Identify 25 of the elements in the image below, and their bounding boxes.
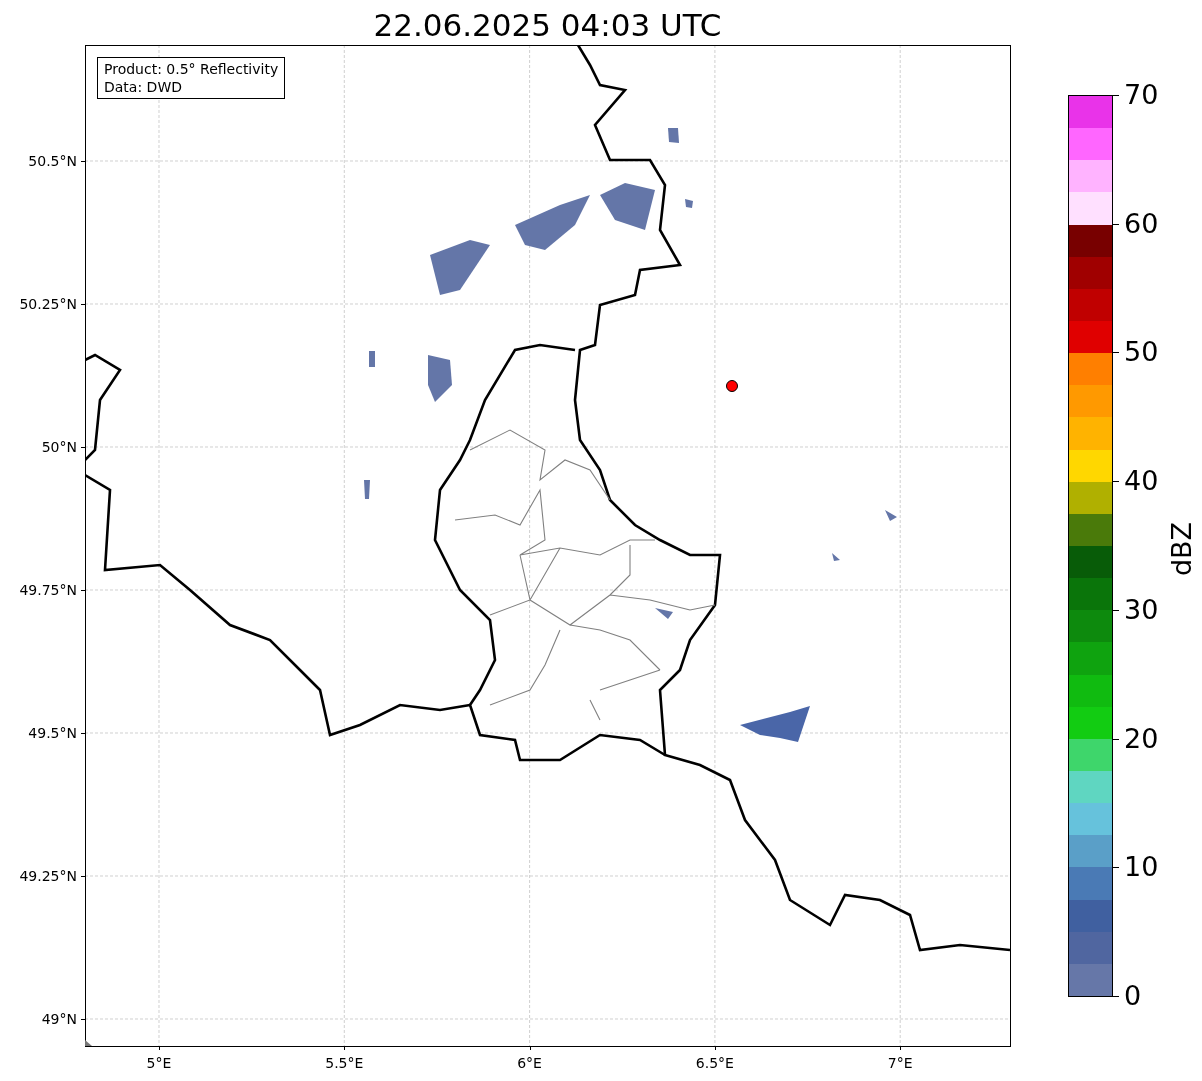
colorbar-tick-label: 20	[1124, 722, 1159, 755]
latitude-label: 49°N	[41, 1010, 77, 1028]
colorbar-tick-label: 30	[1124, 593, 1159, 626]
latitude-label: 49.5°N	[28, 724, 77, 742]
longitude-label: 5°E	[146, 1055, 172, 1071]
latitude-label: 50.25°N	[19, 295, 77, 313]
latitude-label: 49.75°N	[19, 581, 77, 599]
info-text: Product: 0.5° Reflectivity	[104, 60, 279, 78]
latitude-label: 50°N	[41, 438, 77, 456]
longitude-label: 6°E	[517, 1055, 542, 1071]
colorbar-tick-label: 70	[1124, 79, 1159, 111]
colorbar-tick-label: 10	[1124, 851, 1159, 884]
colorbar-tick-label: 0	[1124, 980, 1142, 1012]
colorbar-label: dBZ	[1166, 521, 1198, 577]
longitude-label: 7°E	[887, 1055, 913, 1071]
colorbar-tick-label: 40	[1124, 465, 1159, 498]
longitude-label: 6.5°E	[695, 1055, 734, 1071]
map-corner-mark	[85, 1040, 92, 1046]
latitude-label: 50.5°N	[28, 152, 77, 170]
longitude-label: 5.5°E	[325, 1055, 364, 1071]
latitude-label: 49.25°N	[19, 867, 77, 885]
chart-title: 22.06.2025 04:03 UTC	[373, 7, 722, 43]
colorbar-tick-label: 60	[1124, 207, 1159, 240]
colorbar-tick-label: 50	[1124, 336, 1159, 369]
info-text: Data: DWD	[104, 78, 183, 96]
